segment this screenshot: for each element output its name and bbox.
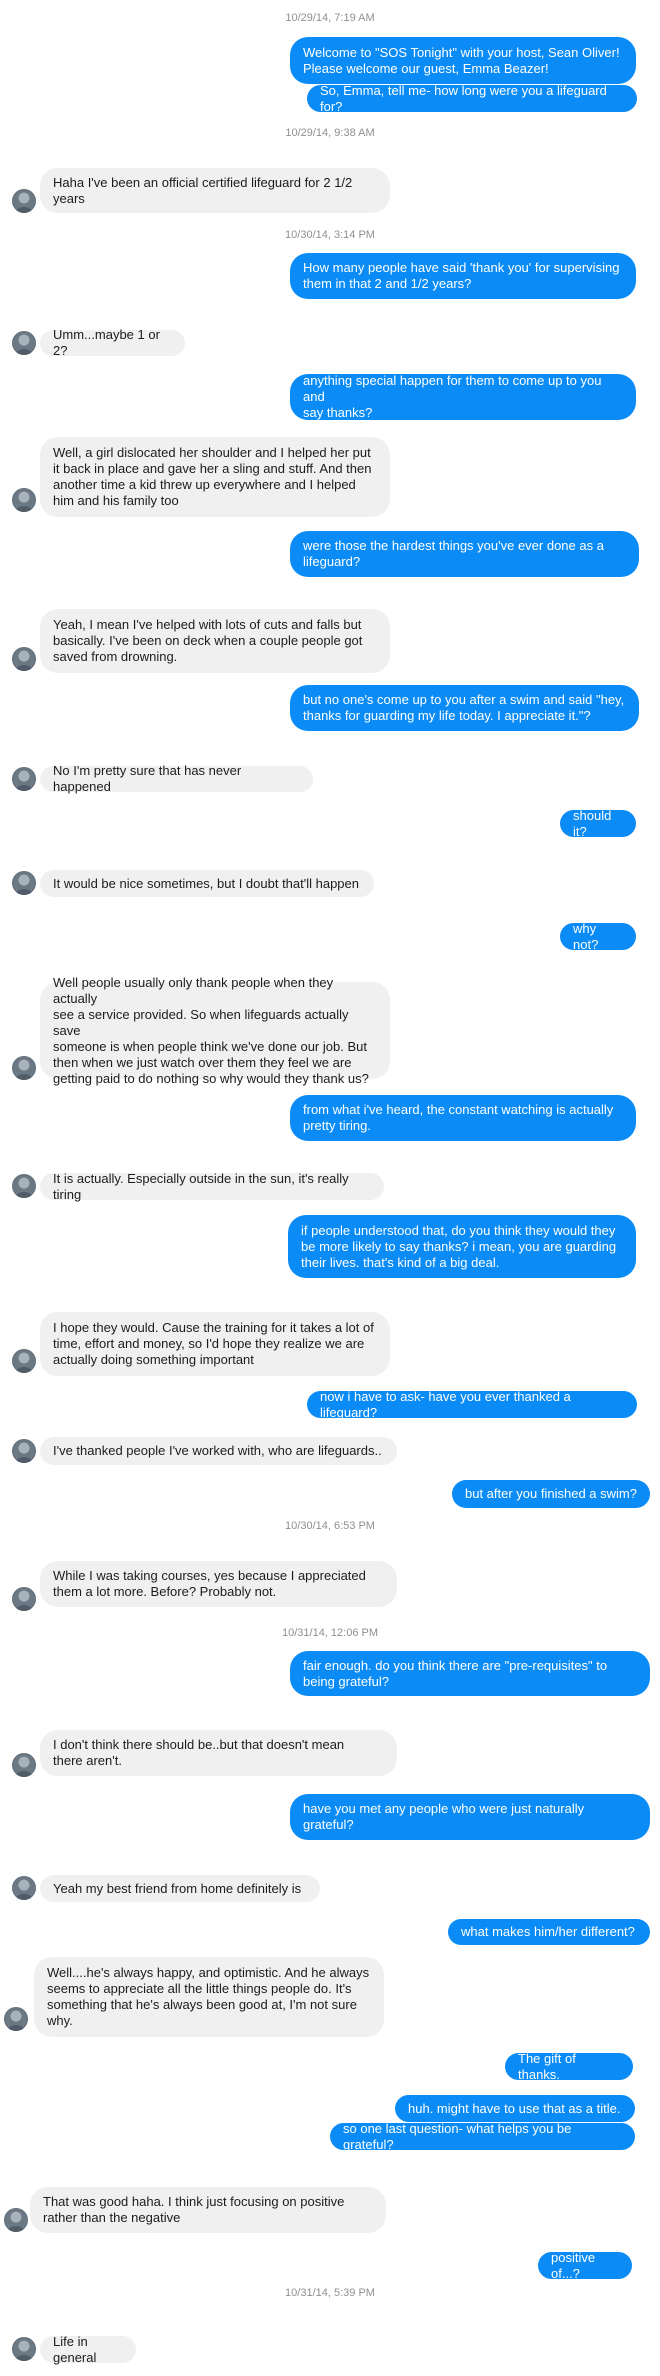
incoming-message-bubble[interactable]: Yeah, I mean I've helped with lots of cu… bbox=[40, 609, 390, 673]
message-text: No I'm pretty sure that has never happen… bbox=[53, 763, 242, 794]
outgoing-message-bubble[interactable]: what makes him/her different? bbox=[448, 1919, 650, 1945]
user-avatar-icon[interactable] bbox=[12, 1753, 36, 1777]
user-avatar-icon[interactable] bbox=[12, 189, 36, 213]
outgoing-message-bubble[interactable]: huh. might have to use that as a title. bbox=[395, 2095, 635, 2122]
user-avatar-icon[interactable] bbox=[12, 1349, 36, 1373]
incoming-message-bubble[interactable]: That was good haha. I think just focusin… bbox=[30, 2187, 386, 2233]
incoming-message-bubble[interactable]: It would be nice sometimes, but I doubt … bbox=[40, 870, 374, 897]
message-text: Well people usually only thank people wh… bbox=[53, 974, 369, 1086]
user-avatar-icon[interactable] bbox=[4, 2007, 28, 2031]
outgoing-message-bubble[interactable]: fair enough. do you think there are "pre… bbox=[290, 1651, 650, 1696]
message-text: should it? bbox=[573, 807, 612, 839]
timestamp: 10/30/14, 3:14 PM bbox=[285, 229, 375, 241]
outgoing-message-bubble[interactable]: so one last question- what helps you be … bbox=[330, 2120, 635, 2152]
outgoing-message-bubble[interactable]: anything special happen for them to come… bbox=[290, 373, 636, 420]
message-text: but after you finished a swim? bbox=[465, 1486, 637, 1501]
message-text: Yeah my best friend from home definitely… bbox=[53, 1880, 302, 1896]
incoming-message-bubble[interactable]: Umm...maybe 1 or 2? bbox=[40, 327, 185, 358]
incoming-message-bubble[interactable]: Yeah my best friend from home definitely… bbox=[40, 1875, 320, 1902]
message-text: fair enough. do you think there are "pre… bbox=[303, 1657, 608, 1689]
incoming-message-bubble[interactable]: Well....he's always happy, and optimisti… bbox=[34, 1957, 384, 2037]
message-text: How many people have said 'thank you' fo… bbox=[303, 260, 620, 291]
message-text: It would be nice sometimes, but I doubt … bbox=[53, 875, 360, 891]
outgoing-message-bubble[interactable]: were those the hardest things you've eve… bbox=[290, 531, 639, 577]
incoming-message-bubble[interactable]: Well people usually only thank people wh… bbox=[40, 975, 390, 1086]
message-text: but no one's come up to you after a swim… bbox=[303, 692, 625, 723]
outgoing-message-bubble[interactable]: positive of...? bbox=[538, 2249, 632, 2281]
message-text: Haha I've been an official certified lif… bbox=[53, 174, 353, 206]
user-avatar-icon[interactable] bbox=[12, 2337, 36, 2361]
incoming-message-bubble[interactable]: Well, a girl dislocated her shoulder and… bbox=[40, 437, 390, 517]
user-avatar-icon[interactable] bbox=[12, 767, 36, 791]
message-text: It is actually. Especially outside in th… bbox=[53, 1170, 349, 1202]
user-avatar-icon[interactable] bbox=[12, 1056, 36, 1080]
incoming-message-bubble[interactable]: Life in general bbox=[40, 2333, 136, 2365]
user-avatar-icon[interactable] bbox=[12, 1876, 36, 1900]
message-text: Well....he's always happy, and optimisti… bbox=[47, 1965, 370, 2028]
outgoing-message-bubble[interactable]: So, Emma, tell me- how long were you a l… bbox=[307, 82, 637, 114]
outgoing-message-bubble[interactable]: now i have to ask- have you ever thanked… bbox=[307, 1388, 637, 1420]
message-text: So, Emma, tell me- how long were you a l… bbox=[320, 82, 607, 114]
message-text: have you met any people who were just na… bbox=[303, 1801, 585, 1832]
message-text: I hope they would. Cause the training fo… bbox=[53, 1320, 374, 1367]
message-text: anything special happen for them to come… bbox=[303, 373, 602, 420]
outgoing-message-bubble[interactable]: if people understood that, do you think … bbox=[288, 1215, 636, 1278]
incoming-message-bubble[interactable]: I don't think there should be..but that … bbox=[40, 1730, 397, 1776]
message-text: Well, a girl dislocated her shoulder and… bbox=[53, 445, 372, 508]
message-text: Life in general bbox=[53, 2333, 97, 2365]
timestamp: 10/29/14, 7:19 AM bbox=[285, 12, 375, 24]
outgoing-message-bubble[interactable]: but after you finished a swim? bbox=[452, 1480, 650, 1508]
user-avatar-icon[interactable] bbox=[12, 871, 36, 895]
timestamp: 10/29/14, 9:38 AM bbox=[285, 127, 375, 139]
message-text: Welcome to "SOS Tonight" with your host,… bbox=[303, 44, 620, 76]
message-text: why not? bbox=[573, 920, 599, 952]
incoming-message-bubble[interactable]: While I was taking courses, yes because … bbox=[40, 1561, 397, 1607]
message-text: Umm...maybe 1 or 2? bbox=[53, 327, 160, 358]
incoming-message-bubble[interactable]: Haha I've been an official certified lif… bbox=[40, 168, 390, 213]
incoming-message-bubble[interactable]: I've thanked people I've worked with, wh… bbox=[40, 1437, 397, 1465]
user-avatar-icon[interactable] bbox=[12, 1174, 36, 1198]
user-avatar-icon[interactable] bbox=[4, 2208, 28, 2232]
outgoing-message-bubble[interactable]: should it? bbox=[560, 807, 636, 839]
message-text: if people understood that, do you think … bbox=[301, 1222, 617, 1270]
incoming-message-bubble[interactable]: I hope they would. Cause the training fo… bbox=[40, 1312, 390, 1376]
message-text: what makes him/her different? bbox=[461, 1924, 635, 1939]
outgoing-message-bubble[interactable]: How many people have said 'thank you' fo… bbox=[290, 253, 636, 299]
user-avatar-icon[interactable] bbox=[12, 488, 36, 512]
user-avatar-icon[interactable] bbox=[12, 1587, 36, 1611]
outgoing-message-bubble[interactable]: The gift of thanks. bbox=[505, 2050, 633, 2082]
message-text: so one last question- what helps you be … bbox=[343, 2120, 572, 2152]
message-thread: 10/29/14, 7:19 AM 10/29/14, 9:38 AM 10/30/… bbox=[0, 0, 660, 2376]
incoming-message-bubble[interactable]: It is actually. Especially outside in th… bbox=[40, 1170, 384, 1202]
message-text: positive of...? bbox=[551, 2249, 596, 2281]
outgoing-message-bubble[interactable]: have you met any people who were just na… bbox=[290, 1794, 650, 1840]
message-text: That was good haha. I think just focusin… bbox=[43, 2194, 345, 2225]
message-text: huh. might have to use that as a title. bbox=[408, 2100, 621, 2116]
message-text: While I was taking courses, yes because … bbox=[53, 1568, 366, 1599]
message-text: I've thanked people I've worked with, wh… bbox=[53, 1443, 382, 1458]
message-text: I don't think there should be..but that … bbox=[53, 1737, 345, 1768]
incoming-message-bubble[interactable]: No I'm pretty sure that has never happen… bbox=[40, 763, 313, 794]
message-text: The gift of thanks. bbox=[518, 2050, 576, 2082]
message-text: were those the hardest things you've eve… bbox=[303, 538, 604, 569]
message-text: from what i've heard, the constant watch… bbox=[303, 1102, 614, 1133]
outgoing-message-bubble[interactable]: Welcome to "SOS Tonight" with your host,… bbox=[290, 37, 636, 84]
outgoing-message-bubble[interactable]: why not? bbox=[560, 920, 636, 952]
outgoing-message-bubble[interactable]: but no one's come up to you after a swim… bbox=[290, 685, 639, 731]
user-avatar-icon[interactable] bbox=[12, 647, 36, 671]
user-avatar-icon[interactable] bbox=[12, 1439, 36, 1463]
outgoing-message-bubble[interactable]: from what i've heard, the constant watch… bbox=[290, 1095, 636, 1141]
timestamp: 10/31/14, 12:06 PM bbox=[281, 1627, 379, 1639]
user-avatar-icon[interactable] bbox=[12, 331, 36, 355]
timestamp: 10/30/14, 6:53 PM bbox=[285, 1520, 375, 1532]
message-text: Yeah, I mean I've helped with lots of cu… bbox=[53, 617, 363, 664]
timestamp: 10/31/14, 5:39 PM bbox=[285, 2287, 375, 2299]
message-text: now i have to ask- have you ever thanked… bbox=[320, 1388, 571, 1420]
